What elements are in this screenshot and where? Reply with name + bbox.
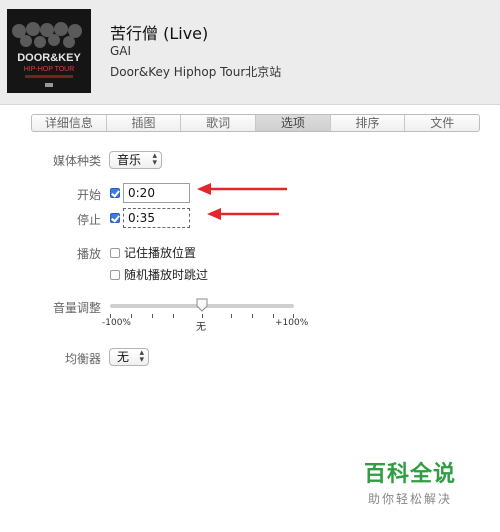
start-checkbox[interactable] (110, 188, 120, 198)
start-label: 开始 (76, 188, 101, 202)
slider-tick (252, 314, 253, 318)
song-album: Door&Key Hiphop Tour北京站 (110, 65, 282, 79)
playback-label: 播放 (76, 247, 101, 261)
tab-options[interactable]: 选项 (256, 115, 331, 131)
slider-tick (131, 314, 132, 318)
song-artist: GAI (110, 44, 132, 58)
tab-file[interactable]: 文件 (405, 115, 479, 131)
chevron-updown-icon: ▴ ▾ (152, 151, 157, 168)
arrow-icon (207, 208, 279, 220)
media-kind-label: 媒体种类 (52, 154, 101, 168)
tab-sorting[interactable]: 排序 (331, 115, 406, 131)
svg-text:DOOR&KEY: DOOR&KEY (17, 52, 81, 64)
slider-tick (231, 314, 232, 318)
annotation-arrows (197, 183, 287, 220)
volume-slider-thumb[interactable] (196, 298, 208, 312)
volume-label: 音量调整 (52, 301, 101, 315)
equalizer-select[interactable]: 无 ▴ ▾ (109, 348, 149, 366)
slider-tick (173, 314, 174, 318)
start-time-field[interactable]: 0:20 (123, 183, 190, 203)
media-kind-value: 音乐 (117, 153, 142, 167)
remember-position-checkbox[interactable] (110, 248, 120, 258)
tab-lyrics[interactable]: 歌词 (181, 115, 257, 131)
track-header: DOOR&KEY HIP-HOP TOUR 苦行僧 (Live) GAI Doo… (0, 0, 500, 105)
svg-text:HIP-HOP TOUR: HIP-HOP TOUR (24, 66, 75, 73)
stop-time-field[interactable]: 0:35 (123, 208, 190, 228)
equalizer-value: 无 (117, 350, 130, 364)
skip-shuffle-checkbox[interactable] (110, 270, 120, 280)
tab-bar: 详细信息 插图 歌词 选项 排序 文件 (31, 114, 480, 132)
slider-tick (273, 314, 274, 318)
album-artwork: DOOR&KEY HIP-HOP TOUR (7, 9, 91, 93)
skip-shuffle-label: 随机播放时跳过 (124, 268, 209, 282)
volume-max-label: +100% (275, 318, 309, 328)
slider-tick (152, 314, 153, 318)
volume-mid-label: 无 (196, 322, 206, 333)
equalizer-label: 均衡器 (64, 352, 101, 366)
tab-artwork[interactable]: 插图 (107, 115, 182, 131)
song-title: 苦行僧 (Live) (110, 24, 209, 43)
stop-label: 停止 (76, 213, 101, 227)
tab-details[interactable]: 详细信息 (32, 115, 107, 131)
chevron-updown-icon: ▴ ▾ (139, 348, 144, 365)
media-kind-select[interactable]: 音乐 ▴ ▾ (109, 151, 162, 169)
watermark-logo: 百科全说 助你轻松解决 (350, 456, 470, 507)
volume-min-label: -100% (102, 318, 131, 328)
watermark-title: 百科全说 (363, 462, 456, 487)
watermark-subtitle: 助你轻松解决 (367, 492, 452, 506)
remember-position-label: 记住播放位置 (124, 246, 197, 260)
arrow-icon (197, 183, 287, 195)
stop-checkbox[interactable] (110, 213, 120, 223)
